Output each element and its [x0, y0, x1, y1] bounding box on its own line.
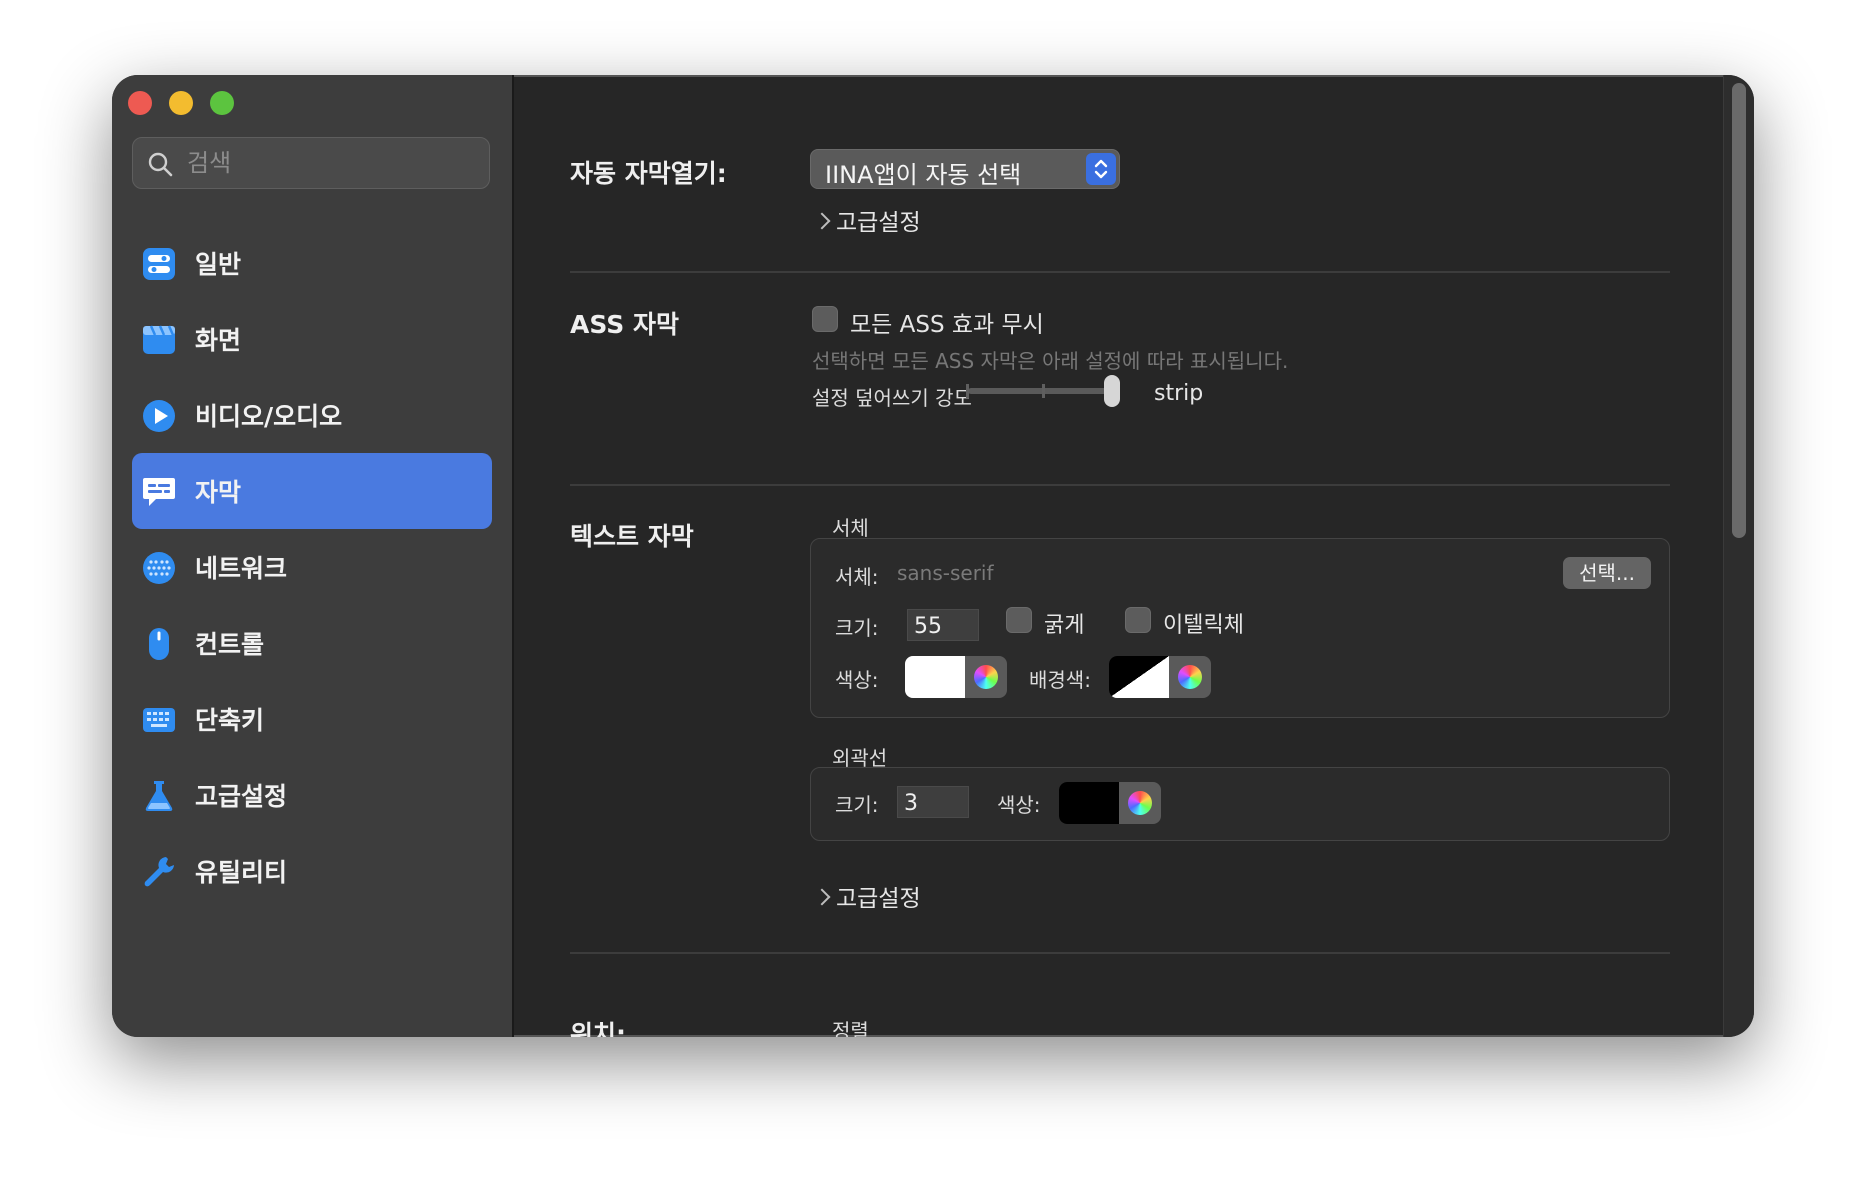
color-swatch	[905, 656, 965, 698]
text-sub-label: 텍스트 자막	[570, 522, 694, 551]
override-strength-slider[interactable]	[964, 371, 1132, 411]
slider-tick	[1042, 384, 1045, 398]
bold-checkbox[interactable]	[1006, 607, 1032, 633]
ignore-ass-label: 모든 ASS 효과 무시	[850, 312, 1044, 338]
auto-load-value: IINA앱이 자동 선택	[825, 161, 1022, 189]
bg-color-well[interactable]	[1109, 656, 1211, 698]
bgcolor-label: 배경색:	[1029, 668, 1091, 692]
bold-label: 굵게	[1044, 613, 1085, 638]
search-input[interactable]	[185, 138, 479, 188]
sidebar-item-label: 단축키	[195, 706, 265, 735]
sidebar-item-label: 자막	[195, 478, 242, 507]
override-strength-value: strip	[1154, 381, 1204, 406]
sidebar-item-label: 네트워크	[195, 554, 288, 583]
font-size-field[interactable]: 55	[907, 609, 979, 641]
italic-label: 이텔릭체	[1163, 613, 1244, 638]
sidebar-item-video-audio[interactable]: 비디오/오디오	[132, 377, 492, 453]
advanced-label: 고급설정	[836, 886, 921, 912]
border-box: 크기: 3 색상:	[810, 767, 1670, 841]
auto-load-advanced-disclosure[interactable]: 고급설정	[813, 203, 934, 237]
chevron-right-icon	[813, 212, 831, 230]
slider-tick	[966, 384, 969, 398]
size-label: 크기:	[835, 616, 879, 640]
sidebar-item-label: 비디오/오디오	[195, 402, 343, 431]
auto-load-label: 자동 자막열기:	[570, 159, 727, 188]
font-label: 서체:	[835, 565, 879, 589]
sidebar-item-label: 일반	[195, 250, 242, 279]
popup-arrows-icon	[1086, 153, 1116, 185]
scroll-thumb[interactable]	[1732, 83, 1746, 538]
border-color-well[interactable]	[1059, 782, 1161, 824]
sidebar-item-shortcuts[interactable]: 단축키	[132, 681, 492, 757]
search-field[interactable]	[132, 137, 490, 189]
color-wheel-icon	[1128, 791, 1152, 815]
ignore-ass-checkbox[interactable]	[812, 306, 838, 332]
color-wheel-icon	[1178, 665, 1202, 689]
choose-font-button[interactable]: 선택...	[1563, 557, 1651, 589]
auto-load-popup[interactable]: IINA앱이 자동 선택	[810, 149, 1120, 189]
sidebar-item-controls[interactable]: 컨트롤	[132, 605, 492, 681]
sidebar-nav: 일반 화면 비디오/오디오 자막 네트워크 컨트롤 단축키 고급설정 유틸리티	[132, 225, 492, 909]
align-label: 정렬	[832, 1019, 869, 1037]
keyboard-icon	[143, 708, 175, 732]
sidebar-item-label: 컨트롤	[195, 630, 265, 659]
flask-icon	[145, 781, 173, 811]
sidebar-item-general[interactable]: 일반	[132, 225, 492, 301]
slider-knob[interactable]	[1104, 375, 1120, 407]
traffic-lights	[128, 91, 234, 115]
divider	[570, 271, 1670, 273]
sidebar-item-subtitles[interactable]: 자막	[132, 453, 492, 529]
border-size-label: 크기:	[835, 793, 879, 817]
sidebar-item-network[interactable]: 네트워크	[132, 529, 492, 605]
override-strength-label: 설정 덮어쓰기 강도	[812, 386, 972, 410]
ass-hint: 선택하면 모든 ASS 자막은 아래 설정에 따라 표시됩니다.	[812, 349, 1289, 373]
divider	[570, 952, 1670, 954]
minimize-button[interactable]	[169, 91, 193, 115]
sidebar-item-advanced[interactable]: 고급설정	[132, 757, 492, 833]
font-section-title: 서체	[832, 516, 869, 540]
sidebar-item-label: 유틸리티	[195, 858, 288, 887]
clapper-icon	[143, 325, 175, 354]
subtitle-bubble-icon	[143, 478, 175, 506]
text-sub-advanced-disclosure[interactable]: 고급설정	[813, 879, 934, 913]
sidebar-item-utilities[interactable]: 유틸리티	[132, 833, 492, 909]
preferences-window: 일반 화면 비디오/오디오	[112, 75, 1754, 1037]
italic-checkbox[interactable]	[1125, 607, 1151, 633]
sidebar-item-label: 화면	[195, 326, 242, 355]
border-color-label: 색상:	[997, 793, 1041, 817]
scrollbar[interactable]	[1723, 75, 1754, 1037]
font-value: sans-serif	[897, 561, 994, 585]
font-color-well[interactable]	[905, 656, 1007, 698]
mouse-icon	[149, 628, 169, 660]
ass-label: ASS 자막	[570, 310, 679, 339]
color-swatch	[1059, 782, 1119, 824]
divider	[570, 484, 1670, 486]
search-icon	[148, 152, 173, 177]
globe-icon	[143, 552, 175, 584]
play-icon	[143, 400, 175, 432]
color-swatch	[1109, 656, 1169, 698]
color-wheel-icon	[974, 665, 998, 689]
wrench-icon	[144, 857, 174, 887]
chevron-right-icon	[813, 888, 831, 906]
advanced-label: 고급설정	[836, 210, 921, 236]
sidebar: 일반 화면 비디오/오디오	[112, 75, 514, 1037]
position-label: 위치:	[570, 1020, 626, 1037]
color-label: 색상:	[835, 668, 879, 692]
sidebar-item-label: 고급설정	[195, 782, 288, 811]
subtitle-settings-pane: 자동 자막열기: IINA앱이 자동 선택 고급설정 ASS 자막 모든 ASS…	[514, 75, 1754, 1037]
zoom-button[interactable]	[210, 91, 234, 115]
sidebar-item-display[interactable]: 화면	[132, 301, 492, 377]
close-button[interactable]	[128, 91, 152, 115]
border-size-field[interactable]: 3	[897, 786, 969, 818]
font-box: 서체: sans-serif 선택... 크기: 55 굵게 이텔릭체 색상: …	[810, 538, 1670, 718]
toggles-icon	[143, 248, 175, 280]
